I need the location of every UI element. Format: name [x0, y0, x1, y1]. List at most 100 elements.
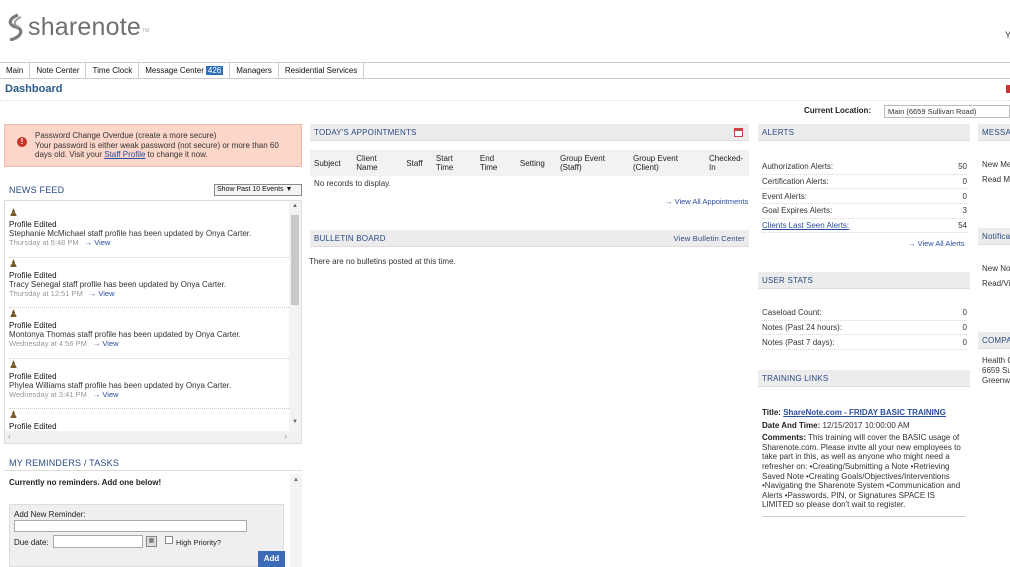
training-comments-text: This training will cover the BASIC usage… [762, 433, 961, 510]
scroll-down-icon[interactable]: ▼ [292, 419, 298, 425]
alert-label: Authorization Alerts: [762, 162, 834, 172]
scroll-left-icon[interactable]: ‹ [8, 432, 11, 441]
training-comments-row: Comments: This training will cover the B… [762, 433, 966, 510]
view-label: View [98, 288, 115, 298]
news-feed-heading: NEWS FEED [9, 185, 65, 195]
training-date-row: Date And Time: 12/15/2017 10:00:00 AM [762, 421, 966, 431]
nav-label: Main [6, 66, 24, 75]
new-messages-link[interactable]: New Me [982, 160, 1010, 169]
notifications-panel-header: Notifica [978, 228, 1010, 245]
reminders-scrollbar[interactable]: ▲ [290, 474, 302, 567]
news-feed-hscrollbar[interactable]: ‹ › [5, 431, 301, 443]
view-bulletin-center-link[interactable]: View Bulletin Center [674, 234, 745, 243]
nav-residential-services[interactable]: Residential Services [279, 63, 365, 78]
read-notifications-link[interactable]: Read/Vi [982, 279, 1010, 288]
notifications-heading: Notifica [982, 232, 1010, 241]
user-icon: ♟ [9, 359, 18, 371]
clients-last-seen-link[interactable]: Clients Last Seen Alerts: [762, 221, 849, 230]
message-count-badge: 426 [205, 66, 224, 75]
calendar-icon[interactable]: ▦ [146, 536, 157, 547]
stat-row: Notes (Past 7 days): 0 [762, 335, 967, 351]
item-title: Profile Edited [9, 220, 57, 229]
link-label: View All Appointments [674, 197, 749, 206]
stat-label: Notes (Past 7 days): [762, 337, 835, 347]
appointments-heading: TODAY'S APPOINTMENTS [314, 128, 417, 137]
main-nav: Main Note Center Time Clock Message Cent… [0, 62, 1010, 79]
reminder-input[interactable] [14, 520, 247, 532]
appointments-empty-text: No records to display. [314, 179, 391, 188]
scroll-thumb[interactable] [291, 215, 299, 305]
view-label: View [102, 339, 119, 348]
column-header[interactable]: Group Event (Client) [629, 150, 705, 176]
column-header[interactable]: Staff [402, 150, 432, 176]
view-all-appointments-link[interactable]: → View All Appointments [665, 197, 748, 206]
select-value: Show Past 10 Events [217, 186, 284, 193]
staff-profile-link[interactable]: Staff Profile [104, 150, 145, 159]
view-all-alerts-link[interactable]: → View All Alerts [908, 239, 965, 248]
company-address: 6659 Su [982, 366, 1010, 375]
due-date-input[interactable] [53, 535, 143, 548]
scroll-up-icon[interactable]: ▲ [293, 477, 299, 483]
alert-row: Event Alerts: 0 [762, 189, 967, 205]
new-notifications-link[interactable]: New No [982, 264, 1010, 273]
training-date-value: 12/15/2017 10:00:00 AM [822, 420, 910, 430]
news-feed-scrollbar[interactable]: ▲ ▼ [289, 201, 301, 431]
nav-time-clock[interactable]: Time Clock [86, 63, 140, 78]
nav-main[interactable]: Main [0, 63, 31, 78]
company-panel-header: COMPA [978, 332, 1010, 349]
column-header[interactable]: Checked-In [705, 150, 749, 176]
notification-icon[interactable] [1006, 85, 1010, 93]
stat-row: Caseload Count: 0 [762, 306, 967, 321]
alert-line: days old. Visit your Staff Profile to ch… [35, 150, 293, 160]
column-header[interactable]: Client Name [352, 150, 402, 176]
view-link[interactable]: → View [93, 339, 119, 348]
nav-note-center[interactable]: Note Center [30, 63, 87, 78]
calendar-icon[interactable] [734, 128, 743, 137]
stat-label: Caseload Count: [762, 308, 822, 318]
training-title-link[interactable]: ShareNote.com - FRIDAY BASIC TRAINING [783, 408, 946, 417]
news-feed-list: ♟ Profile Edited Stephanie McMichael sta… [4, 200, 302, 444]
list-item: ♟ Profile Edited Tracy Senegal staff pro… [9, 258, 289, 308]
training-title-label: Title: [762, 408, 781, 417]
page-title: Dashboard [5, 83, 63, 95]
column-header[interactable]: Group Event (Staff) [556, 150, 629, 176]
location-select[interactable]: Main (6659 Sullivan Road) [884, 105, 1010, 118]
stat-value: 0 [962, 337, 967, 347]
training-entry: Title: ShareNote.com - FRIDAY BASIC TRAI… [762, 408, 966, 510]
alert-row: Certification Alerts: 0 [762, 175, 967, 190]
alerts-heading: ALERTS [762, 128, 795, 137]
news-feed-filter-select[interactable]: Show Past 10 Events ▼ [214, 184, 302, 196]
read-messages-link[interactable]: Read M [982, 175, 1010, 184]
nav-managers[interactable]: Managers [230, 63, 279, 78]
alert-value: 54 [958, 221, 967, 231]
item-title: Profile Edited [9, 422, 57, 431]
messages-panel-header: MESSA [978, 124, 1010, 141]
column-header[interactable]: End Time [476, 150, 516, 176]
view-link[interactable]: → View [93, 390, 119, 399]
alerts-list: Authorization Alerts: 50 Certification Al… [762, 160, 967, 234]
sharenote-logo[interactable]: sharenote TM [4, 12, 149, 42]
error-icon: ! [17, 137, 27, 147]
scroll-right-icon[interactable]: › [284, 432, 287, 441]
item-time: Thursday at 12:51 PM → View [9, 289, 289, 298]
view-link[interactable]: → View [89, 289, 115, 298]
view-label: View [102, 389, 119, 399]
nav-message-center[interactable]: Message Center 426 [139, 63, 231, 78]
alert-line: Your password is either weak password (n… [35, 140, 279, 150]
column-header[interactable]: Subject [310, 150, 352, 176]
high-priority-checkbox[interactable] [165, 536, 173, 544]
user-stats-heading: USER STATS [762, 276, 814, 285]
user-stats-panel-header: USER STATS [758, 272, 970, 289]
add-reminder-button[interactable]: Add [258, 551, 285, 567]
column-header[interactable]: Start Time [432, 150, 476, 176]
link-label: View All Alerts [917, 239, 965, 248]
user-menu-truncated[interactable]: Y [1005, 30, 1010, 40]
item-title: Profile Edited [9, 371, 57, 381]
column-header[interactable]: Setting [516, 150, 556, 176]
alert-title: Password Change Overdue (create a more s… [35, 131, 217, 140]
timestamp: Wednesday at 4:56 PM [9, 339, 87, 348]
view-link[interactable]: → View [85, 238, 111, 247]
list-item: ♟ Profile Edited Montonya Thomas staff p… [9, 308, 289, 359]
training-heading: TRAINING LINKS [762, 374, 829, 383]
scroll-up-icon[interactable]: ▲ [292, 203, 298, 209]
